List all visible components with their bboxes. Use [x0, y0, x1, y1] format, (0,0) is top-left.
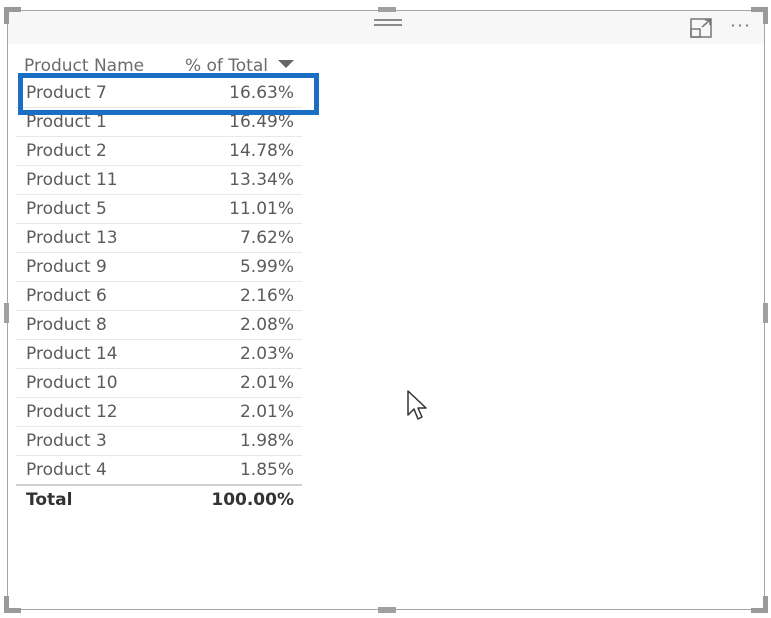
- total-row: Total 100.00%: [16, 484, 302, 514]
- resize-handle-top[interactable]: [378, 7, 396, 12]
- resize-corner-bottom-right[interactable]: [751, 596, 768, 613]
- percent-of-total-cell: 7.62%: [174, 223, 302, 253]
- product-name-cell: Product 9: [16, 252, 174, 282]
- more-options-icon[interactable]: ···: [726, 15, 756, 37]
- table-row[interactable]: Product 14 2.03%: [16, 339, 302, 369]
- percent-of-total-cell: 1.85%: [174, 455, 302, 486]
- table-row[interactable]: Product 12 2.01%: [16, 397, 302, 427]
- table-visual[interactable]: ··· Product Name % of Total Product 7 16.…: [4, 7, 768, 613]
- table-row[interactable]: Product 6 2.16%: [16, 281, 302, 311]
- percent-of-total-cell: 5.99%: [174, 252, 302, 282]
- product-name-cell: Product 4: [16, 455, 174, 486]
- resize-handle-left[interactable]: [4, 303, 9, 323]
- focus-mode-icon[interactable]: [690, 17, 714, 39]
- product-name-cell: Product 3: [16, 426, 174, 456]
- percent-of-total-cell: 1.98%: [174, 426, 302, 456]
- percent-of-total-cell: 2.01%: [174, 397, 302, 427]
- highlight-box: [18, 73, 319, 115]
- table-row[interactable]: Product 4 1.85%: [16, 455, 302, 486]
- total-value: 100.00%: [174, 484, 302, 514]
- product-name-cell: Product 13: [16, 223, 174, 253]
- table-row[interactable]: Product 13 7.62%: [16, 223, 302, 253]
- table-row[interactable]: Product 10 2.01%: [16, 368, 302, 398]
- resize-handle-right[interactable]: [763, 303, 768, 323]
- resize-corner-top-left[interactable]: [4, 7, 21, 24]
- percent-of-total-cell: 11.01%: [174, 194, 302, 224]
- percent-of-total-cell: 13.34%: [174, 165, 302, 195]
- product-name-cell: Product 5: [16, 194, 174, 224]
- mouse-cursor-icon: [407, 390, 427, 420]
- data-table: Product Name % of Total Product 7 16.63% P…: [16, 53, 302, 514]
- product-name-cell: Product 12: [16, 397, 174, 427]
- drag-grip-icon[interactable]: [374, 19, 402, 29]
- product-name-cell: Product 2: [16, 136, 174, 166]
- product-name-cell: Product 8: [16, 310, 174, 340]
- table-row[interactable]: Product 11 13.34%: [16, 165, 302, 195]
- total-label: Total: [16, 484, 174, 514]
- sort-descending-icon[interactable]: [278, 60, 294, 68]
- table-row[interactable]: Product 2 14.78%: [16, 136, 302, 166]
- resize-handle-bottom[interactable]: [378, 607, 396, 613]
- percent-of-total-cell: 2.03%: [174, 339, 302, 369]
- percent-of-total-cell: 2.16%: [174, 281, 302, 311]
- table-row[interactable]: Product 3 1.98%: [16, 426, 302, 456]
- product-name-cell: Product 11: [16, 165, 174, 195]
- table-row[interactable]: Product 5 11.01%: [16, 194, 302, 224]
- table-row[interactable]: Product 8 2.08%: [16, 310, 302, 340]
- percent-of-total-cell: 14.78%: [174, 136, 302, 166]
- percent-of-total-cell: 2.08%: [174, 310, 302, 340]
- product-name-cell: Product 6: [16, 281, 174, 311]
- resize-corner-bottom-left[interactable]: [4, 596, 21, 613]
- table-row[interactable]: Product 9 5.99%: [16, 252, 302, 282]
- percent-of-total-cell: 2.01%: [174, 368, 302, 398]
- product-name-cell: Product 14: [16, 339, 174, 369]
- product-name-cell: Product 10: [16, 368, 174, 398]
